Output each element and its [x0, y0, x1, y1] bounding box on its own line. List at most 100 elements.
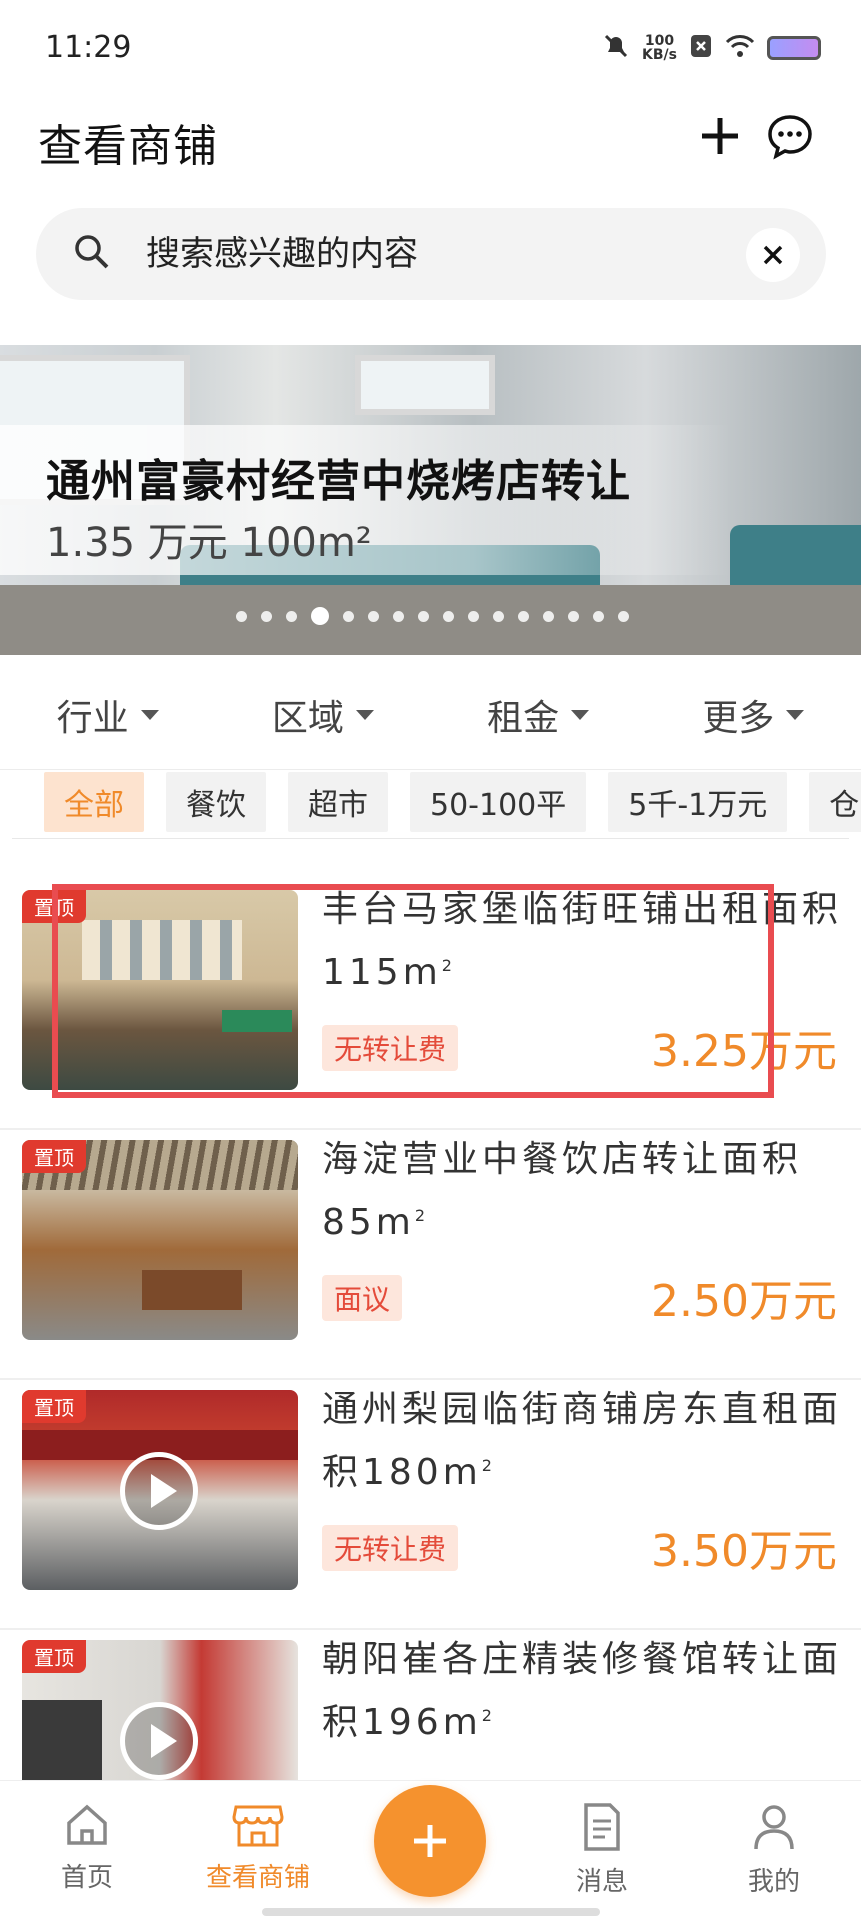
carousel-dot[interactable]	[311, 607, 329, 625]
play-icon[interactable]	[120, 1452, 198, 1530]
battery-icon	[767, 36, 821, 60]
carousel-dot[interactable]	[518, 610, 529, 622]
listing-thumbnail: 置顶	[22, 1390, 298, 1590]
area-unit-sup: 2	[414, 1206, 426, 1225]
search-input[interactable]	[146, 208, 746, 300]
carousel-dot[interactable]	[261, 610, 272, 622]
net-speed-unit: KB/s	[642, 47, 677, 63]
publish-button[interactable]	[374, 1785, 486, 1897]
plus-icon	[702, 118, 738, 154]
caret-down-icon	[355, 709, 374, 720]
banner-carousel[interactable]: 通州富豪村经营中烧烤店转让 1.35 万元 100m²	[0, 345, 861, 655]
filter-label: 租金	[487, 697, 560, 739]
carousel-dot[interactable]	[236, 610, 247, 622]
listing-title: 朝阳崔各庄精装修餐馆转让面积196m2	[322, 1632, 842, 1751]
listing-item[interactable]: 置顶 海淀营业中餐饮店转让面积85m2 面议 2.50万元	[0, 1130, 861, 1380]
clear-search-button[interactable]	[746, 228, 800, 282]
document-icon	[584, 1803, 620, 1851]
filter-more[interactable]: 更多	[646, 660, 861, 769]
carousel-dot[interactable]	[393, 610, 404, 622]
listing-title-text: 朝阳崔各庄精装修餐馆转让面积196m	[322, 1639, 843, 1743]
price: 3.50万元	[651, 1526, 837, 1577]
filter-label: 区域	[271, 697, 344, 739]
highlight-box	[52, 884, 774, 1098]
page-title: 查看商铺	[38, 121, 218, 172]
tag-supermarket[interactable]: 超市	[288, 772, 388, 832]
tag-warehouse[interactable]: 仓	[809, 772, 861, 832]
area-unit-sup: 2	[481, 1706, 492, 1725]
status-time: 11:29	[45, 30, 132, 65]
add-button[interactable]	[690, 106, 750, 166]
filter-industry[interactable]: 行业	[0, 660, 215, 769]
nav-profile[interactable]: 我的	[699, 1801, 849, 1898]
nav-messages[interactable]: 消息	[527, 1801, 677, 1898]
wifi-icon	[725, 33, 755, 63]
user-icon	[754, 1805, 794, 1850]
search-bar	[36, 208, 826, 300]
banner-title: 通州富豪村经营中烧烤店转让	[46, 456, 631, 507]
status-bar: 11:29 100 KB/s	[0, 0, 861, 100]
listing-thumbnail: 置顶	[22, 1140, 298, 1340]
app-header: 查看商铺	[0, 100, 861, 210]
status-icons: 100 KB/s	[602, 32, 821, 64]
dining-tables	[142, 1270, 242, 1310]
carousel-dots	[236, 607, 629, 625]
carousel-dot[interactable]	[418, 610, 429, 622]
filter-label: 更多	[702, 697, 775, 739]
fee-tag: 无转让费	[322, 1525, 459, 1571]
chat-bubble-icon	[768, 115, 812, 160]
listing-title-text: 通州梨园临街商铺房东直租面积180m	[322, 1389, 843, 1493]
play-icon[interactable]	[120, 1702, 198, 1780]
carousel-dot[interactable]	[593, 610, 604, 622]
filter-label: 行业	[56, 697, 129, 739]
top-badge: 置顶	[22, 1640, 86, 1673]
tag-size-range[interactable]: 50-100平	[410, 772, 587, 832]
filter-area[interactable]: 区域	[215, 660, 430, 769]
home-indicator	[262, 1908, 600, 1916]
carousel-dot[interactable]	[368, 610, 379, 622]
carousel-dot[interactable]	[468, 610, 479, 622]
carousel-dot[interactable]	[493, 610, 504, 622]
carousel-dot[interactable]	[568, 610, 579, 622]
home-icon	[67, 1804, 107, 1845]
search-icon	[72, 232, 112, 276]
net-speed-value: 100	[644, 33, 675, 49]
caret-down-icon	[571, 709, 590, 720]
listing-title: 海淀营业中餐饮店转让面积85m2	[322, 1132, 842, 1251]
nav-label: 消息	[575, 1867, 628, 1897]
tag-all[interactable]: 全部	[44, 772, 144, 832]
mute-icon	[602, 32, 630, 64]
nav-label: 查看商铺	[205, 1863, 310, 1893]
filter-bar: 行业 区域 租金 更多	[0, 660, 861, 770]
divider	[12, 838, 849, 839]
carousel-dot[interactable]	[443, 610, 454, 622]
sim-x-icon	[689, 33, 713, 63]
carousel-dot[interactable]	[618, 610, 629, 622]
banner-subtitle: 1.35 万元 100m²	[46, 520, 372, 566]
banner-photo-window	[355, 355, 495, 415]
listing-item[interactable]: 置顶 通州梨园临街商铺房东直租面积180m2 无转让费 3.50万元	[0, 1380, 861, 1630]
filter-rent[interactable]: 租金	[431, 660, 646, 769]
message-button[interactable]	[760, 106, 820, 166]
close-icon	[763, 245, 783, 265]
listing-title-text: 海淀营业中餐饮店转让面积85m	[322, 1139, 803, 1243]
fee-tag: 面议	[322, 1275, 403, 1321]
plus-icon	[414, 1825, 446, 1857]
nav-home[interactable]: 首页	[12, 1801, 162, 1894]
net-speed: 100 KB/s	[642, 34, 677, 62]
price: 2.50万元	[651, 1276, 837, 1327]
tag-price-range[interactable]: 5千-1万元	[608, 772, 788, 832]
caret-down-icon	[786, 709, 805, 720]
tag-catering[interactable]: 餐饮	[166, 772, 266, 832]
listing-title: 通州梨园临街商铺房东直租面积180m2	[322, 1382, 842, 1501]
nav-shops[interactable]: 查看商铺	[183, 1801, 333, 1894]
caret-down-icon	[140, 709, 159, 720]
area-unit-sup: 2	[481, 1456, 492, 1475]
store-icon	[232, 1805, 284, 1847]
carousel-dot[interactable]	[543, 610, 554, 622]
carousel-dot[interactable]	[286, 610, 297, 622]
carousel-dot[interactable]	[343, 610, 354, 622]
top-badge: 置顶	[22, 1140, 86, 1173]
nav-label: 首页	[60, 1863, 113, 1893]
quick-tags: 全部 餐饮 超市 50-100平 5千-1万元 仓	[44, 772, 861, 832]
